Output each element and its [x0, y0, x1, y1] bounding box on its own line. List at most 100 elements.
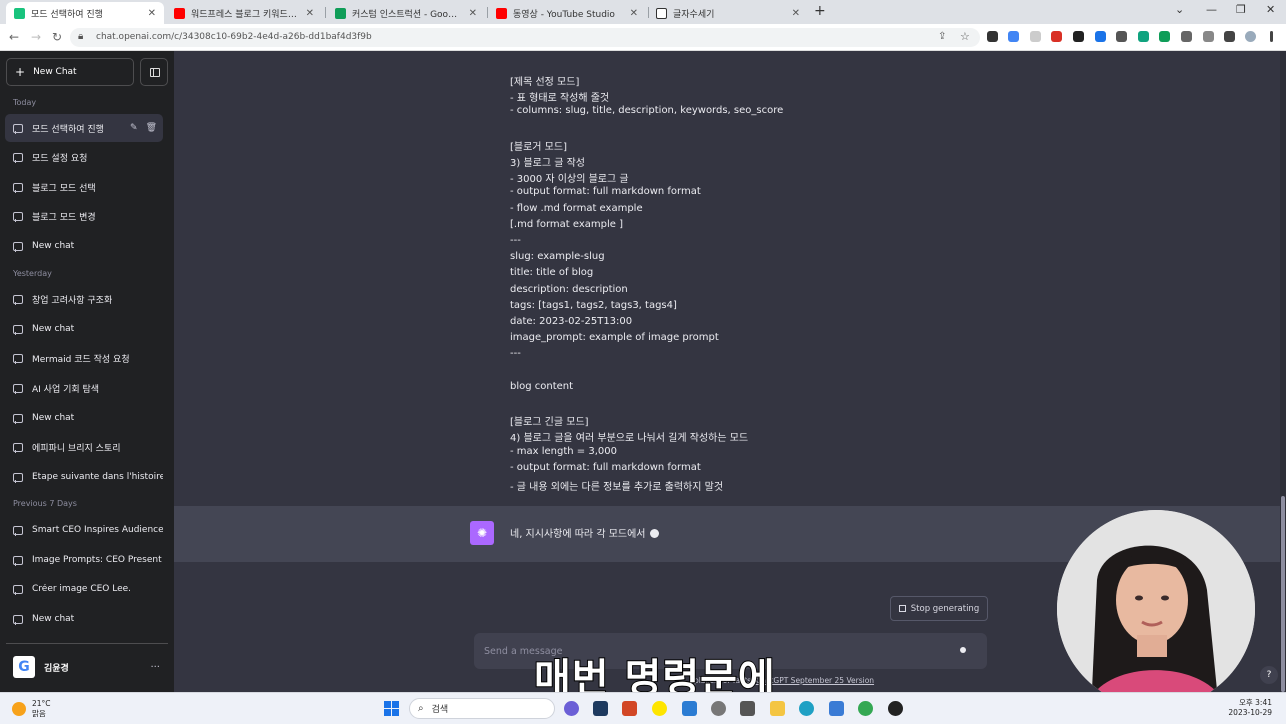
more-icon[interactable]: ···	[150, 662, 160, 673]
close-icon[interactable]: ✕	[792, 8, 800, 19]
chat-item[interactable]: Image Prompts: CEO Present	[5, 546, 163, 574]
restore-icon[interactable]: ❐	[1236, 3, 1246, 16]
stop-generating-label: Stop generating	[910, 603, 980, 614]
translate-icon[interactable]	[1008, 31, 1019, 42]
notepad-icon[interactable]	[829, 701, 844, 716]
system-clock[interactable]: 오후 3:41 2023-10-29	[1228, 698, 1272, 718]
forward-icon[interactable]: →	[31, 30, 41, 44]
chat-item[interactable]: 모드 설정 요청	[5, 143, 163, 171]
chat-item[interactable]: New chat	[5, 232, 163, 260]
back-icon[interactable]: ←	[9, 30, 19, 44]
calculator-icon[interactable]	[740, 701, 755, 716]
help-button[interactable]: ?	[1260, 666, 1278, 684]
chat-item-label: Étape suivante dans l'histoire	[32, 472, 163, 482]
temperature: 21°C	[32, 699, 51, 708]
chat-item-label: 블로그 모드 선택	[32, 183, 96, 194]
chrome-icon[interactable]	[858, 701, 873, 716]
chat-bubble-icon	[13, 555, 23, 566]
chat-item[interactable]: 모드 선택하여 진행 ✎ 🗑︎	[5, 114, 163, 142]
sidebar-icon	[150, 68, 160, 77]
close-icon[interactable]: ✕	[469, 8, 477, 19]
chat-bubble-icon	[13, 241, 23, 252]
extension-icon[interactable]	[1030, 31, 1041, 42]
windows-start-icon[interactable]	[384, 701, 399, 716]
tab-youtube-keywords[interactable]: 워드프레스 블로그 키워드 조사 ✕	[166, 2, 322, 24]
extension-icon[interactable]	[1073, 31, 1084, 42]
chat-item[interactable]: Étape suivante dans l'histoire	[5, 463, 163, 491]
file-explorer-icon[interactable]	[770, 701, 785, 716]
chat-item[interactable]: 창업 고려사항 구조화	[5, 285, 163, 313]
powerpoint-icon[interactable]	[622, 701, 637, 716]
message-line: - flow .md format example	[510, 202, 643, 214]
new-tab-button[interactable]: +	[814, 3, 826, 19]
message-line: [블로그 긴글 모드]	[510, 417, 589, 429]
tab-title: 글자수세기	[673, 9, 715, 20]
chat-item-label: AI 사업 기회 탐색	[32, 384, 100, 395]
side-panel-icon[interactable]	[1224, 31, 1235, 42]
speaker-icon[interactable]	[987, 31, 998, 42]
tab-search-icon[interactable]: ⌄	[1175, 3, 1184, 16]
extension-icon[interactable]	[1159, 31, 1170, 42]
chat-item[interactable]: 에피파니 브리지 스토리	[5, 433, 163, 461]
trash-icon[interactable]: 🗑︎	[146, 123, 157, 133]
stop-generating-button[interactable]: Stop generating	[890, 596, 988, 621]
puzzle-icon[interactable]	[1181, 31, 1192, 42]
message-line: - 표 형태로 작성해 줄것	[510, 93, 610, 105]
profile-avatar[interactable]	[1245, 31, 1256, 42]
toggle-sidebar-button[interactable]	[140, 58, 168, 86]
chat-item[interactable]: Créer image CEO Lee.	[5, 575, 163, 603]
menu-icon[interactable]	[1270, 31, 1273, 42]
tab-chatgpt[interactable]: 모드 선택하여 진행 ✕	[6, 2, 164, 24]
chat-item[interactable]: New chat	[5, 605, 163, 633]
close-window-icon[interactable]: ✕	[1266, 3, 1275, 16]
extension-icon[interactable]	[1095, 31, 1106, 42]
taskbar: 21°C 맑음 ⌕ 검색 오후 3:41 2023-10-29	[0, 692, 1286, 724]
chat-item[interactable]: Smart CEO Inspires Audience	[5, 516, 163, 544]
settings-gear-icon[interactable]	[711, 701, 726, 716]
close-icon[interactable]: ✕	[148, 8, 156, 19]
taskbar-search[interactable]: ⌕ 검색	[409, 698, 555, 719]
chat-item-label: 에피파니 브리지 스토리	[32, 443, 121, 454]
extension-icon[interactable]	[1116, 31, 1127, 42]
share-icon[interactable]: ⇪	[938, 31, 946, 42]
typing-cursor	[649, 529, 659, 538]
send-icon[interactable]	[960, 647, 966, 653]
message-line: tags: [tags1, tags2, tags3, tags4]	[510, 299, 677, 311]
search-icon: ⌕	[418, 703, 424, 714]
chat-bubble-icon	[13, 152, 23, 163]
snipping-tool-icon[interactable]	[682, 701, 697, 716]
minimize-icon[interactable]: —	[1206, 3, 1217, 16]
chat-app-icon[interactable]	[564, 701, 579, 716]
chat-item[interactable]: Mermaid 코드 작성 요청	[5, 344, 163, 372]
bookmark-star-icon[interactable]: ☆	[960, 30, 970, 43]
extension-icon[interactable]	[1051, 31, 1062, 42]
assistant-text-content: 네, 지시사항에 따라 각 모드에서	[510, 529, 646, 540]
chat-item[interactable]: AI 사업 기회 탐색	[5, 374, 163, 402]
tab-youtube-studio[interactable]: 동영상 - YouTube Studio ✕	[488, 2, 646, 24]
reload-icon[interactable]: ↻	[52, 30, 62, 44]
edge-browser-icon[interactable]	[799, 701, 814, 716]
kakaotalk-icon[interactable]	[652, 701, 667, 716]
obs-icon[interactable]	[888, 701, 903, 716]
new-chat-button[interactable]: + New Chat	[6, 58, 134, 86]
close-icon[interactable]: ✕	[630, 8, 638, 19]
chat-item[interactable]: 블로그 모드 선택	[5, 173, 163, 201]
chat-item[interactable]: 블로그 모드 변경	[5, 202, 163, 230]
terminal-icon[interactable]	[593, 701, 608, 716]
url-bar[interactable]: 🔒︎ chat.openai.com/c/34308c10-69b2-4e4d-…	[70, 28, 980, 47]
chat-bubble-icon	[13, 383, 23, 394]
reading-list-icon[interactable]	[1203, 31, 1214, 42]
chat-bubble-icon	[13, 353, 23, 364]
chat-item[interactable]: New chat	[5, 315, 163, 343]
user-menu[interactable]: G 김윤경 ···	[6, 651, 168, 683]
close-icon[interactable]: ✕	[306, 8, 314, 19]
assistant-text: 네, 지시사항에 따라 각 모드에서	[510, 525, 659, 540]
weather-widget[interactable]: 21°C 맑음	[12, 699, 51, 719]
edit-icon[interactable]: ✎	[130, 123, 138, 133]
tab-google-sheets[interactable]: 커스텀 인스트럭션 - Google Sh ✕	[327, 2, 485, 24]
chat-item[interactable]: New chat	[5, 404, 163, 432]
extension-icon[interactable]	[1138, 31, 1149, 42]
lock-icon[interactable]: 🔒︎	[78, 31, 83, 42]
scrollbar-thumb[interactable]	[1281, 496, 1285, 692]
tab-char-counter[interactable]: 글자수세기 ✕	[648, 2, 808, 24]
